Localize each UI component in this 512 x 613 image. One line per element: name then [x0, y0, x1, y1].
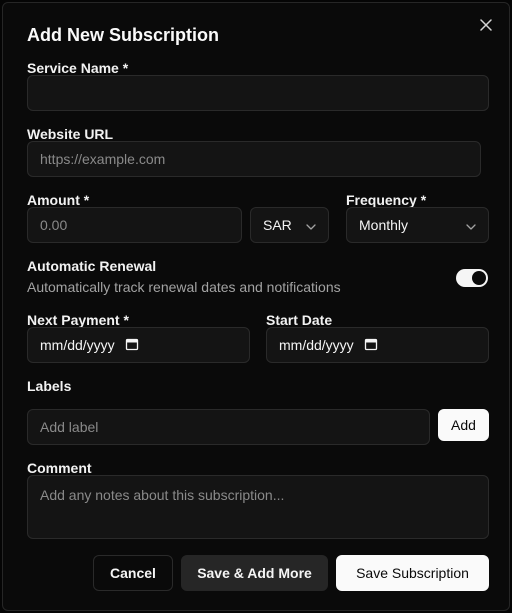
- toggle-knob: [472, 271, 486, 285]
- comment-textarea[interactable]: [27, 475, 489, 539]
- chevron-down-icon: [466, 217, 476, 233]
- currency-select[interactable]: SAR: [250, 207, 329, 243]
- website-url-label: Website URL: [27, 126, 114, 142]
- close-icon: [480, 18, 492, 36]
- auto-renewal-toggle[interactable]: [456, 269, 488, 287]
- cancel-button[interactable]: Cancel: [93, 555, 173, 591]
- amount-input[interactable]: [27, 207, 242, 243]
- service-name-input[interactable]: [27, 75, 489, 111]
- frequency-select[interactable]: Monthly: [346, 207, 489, 243]
- close-button[interactable]: [477, 18, 495, 36]
- add-subscription-dialog: Add New Subscription Service Name * Webs…: [2, 2, 510, 611]
- save-subscription-button[interactable]: Save Subscription: [336, 555, 489, 591]
- start-date-input[interactable]: mm/dd/yyyy: [266, 327, 489, 363]
- next-payment-label: Next Payment *: [27, 312, 129, 328]
- website-url-input[interactable]: [27, 141, 481, 177]
- frequency-value: Monthly: [359, 217, 409, 233]
- auto-renewal-description: Automatically track renewal dates and no…: [27, 279, 341, 295]
- auto-renewal-label: Automatic Renewal: [27, 258, 157, 274]
- comment-label: Comment: [27, 460, 92, 476]
- calendar-icon: [364, 337, 378, 354]
- dialog-title: Add New Subscription: [27, 25, 220, 45]
- save-and-add-more-button[interactable]: Save & Add More: [181, 555, 328, 591]
- labels-label: Labels: [27, 378, 72, 394]
- currency-value: SAR: [263, 217, 292, 233]
- next-payment-date-input[interactable]: mm/dd/yyyy: [27, 327, 250, 363]
- add-label-button[interactable]: Add: [438, 409, 489, 441]
- chevron-down-icon: [306, 217, 316, 233]
- amount-label: Amount *: [27, 192, 90, 208]
- frequency-label: Frequency *: [346, 192, 427, 208]
- start-date-value: mm/dd/yyyy: [279, 337, 354, 353]
- service-name-label: Service Name *: [27, 60, 129, 76]
- start-date-label: Start Date: [266, 312, 333, 328]
- add-label-input[interactable]: [27, 409, 430, 445]
- calendar-icon: [125, 337, 139, 354]
- next-payment-value: mm/dd/yyyy: [40, 337, 115, 353]
